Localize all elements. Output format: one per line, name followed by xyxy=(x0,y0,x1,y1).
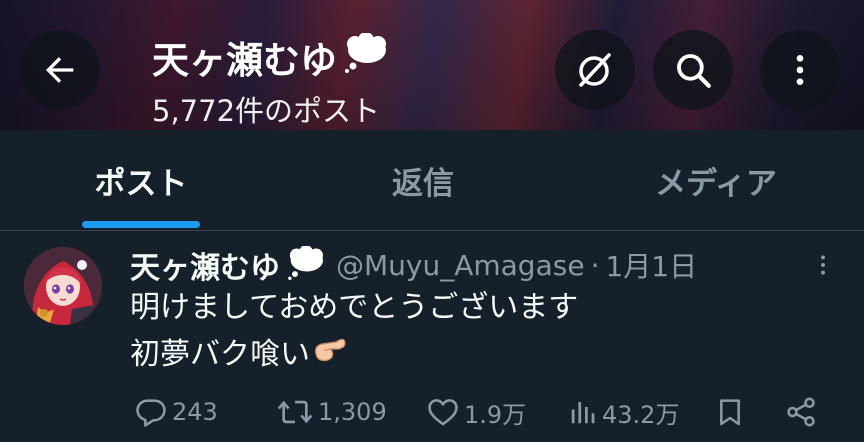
views-button[interactable]: 43.2万 xyxy=(568,390,679,434)
separator-dot: · xyxy=(590,248,600,282)
more-options-button[interactable] xyxy=(760,30,840,110)
tweet-author-handle[interactable]: @Muyu_Amagase xyxy=(336,249,585,282)
tab-replies[interactable]: 返信 xyxy=(350,130,496,230)
reply-icon xyxy=(136,399,166,427)
more-vertical-icon xyxy=(796,55,804,85)
thought-bubble-icon xyxy=(286,245,326,284)
header-profile-name: 天ヶ瀬むゆ xyxy=(152,30,389,84)
reply-count: 243 xyxy=(172,398,218,426)
profile-tabs: ポスト 返信 メディア xyxy=(0,130,864,232)
tweet-more-button[interactable] xyxy=(808,250,838,280)
tweet-header: 天ヶ瀬むゆ @Muyu_Amagase · 1月1日 xyxy=(130,242,697,288)
post-count: 5,772件のポスト xyxy=(152,94,381,128)
active-tab-indicator xyxy=(82,221,200,228)
like-button[interactable]: 1.9万 xyxy=(426,390,526,434)
tweet-text-line-2: 初夢バク喰い xyxy=(130,337,310,372)
avatar[interactable] xyxy=(24,247,102,325)
bar-chart-icon xyxy=(571,402,595,424)
search-icon xyxy=(677,54,711,88)
thought-bubble-icon xyxy=(343,31,389,82)
repost-icon xyxy=(277,400,313,424)
share-button[interactable] xyxy=(784,390,818,434)
tweet-text-line-1: 明けましておめでとうございます xyxy=(130,290,579,325)
tab-posts-label: ポスト xyxy=(94,165,188,202)
share-icon xyxy=(787,397,815,427)
heart-icon xyxy=(428,399,458,426)
search-button[interactable] xyxy=(653,30,733,110)
pinching-hand-emoji-icon xyxy=(312,331,348,378)
tweet-actions: 243 1,309 1.9万 43.2万 xyxy=(0,390,864,434)
bookmark-icon xyxy=(720,399,740,426)
repost-count: 1,309 xyxy=(318,398,387,426)
tweet-text: 明けましておめでとうございます 初夢バク喰い xyxy=(130,284,578,378)
tab-media-label: メディア xyxy=(655,165,777,202)
profile-header-banner: 天ヶ瀬むゆ 5,772件のポスト xyxy=(0,0,864,130)
more-vertical-icon xyxy=(821,255,825,275)
back-button[interactable] xyxy=(20,30,100,110)
tweet-date[interactable]: 1月1日 xyxy=(605,245,697,285)
grok-button[interactable] xyxy=(555,30,635,110)
tweet-author-name[interactable]: 天ヶ瀬むゆ xyxy=(130,243,280,287)
like-count: 1.9万 xyxy=(464,400,527,429)
view-count: 43.2万 xyxy=(602,400,680,429)
reply-button[interactable]: 243 xyxy=(134,390,218,434)
header-name-text: 天ヶ瀬むゆ xyxy=(152,39,337,82)
bookmark-button[interactable] xyxy=(714,390,746,434)
arrow-left-icon xyxy=(46,57,74,83)
tabs-divider xyxy=(0,230,864,231)
tab-media[interactable]: メディア xyxy=(630,130,802,230)
tab-replies-label: 返信 xyxy=(392,165,454,202)
repost-button[interactable]: 1,309 xyxy=(276,390,387,434)
tab-posts[interactable]: ポスト xyxy=(62,130,220,230)
avatar-illustration xyxy=(24,247,102,325)
grok-icon xyxy=(579,53,611,87)
